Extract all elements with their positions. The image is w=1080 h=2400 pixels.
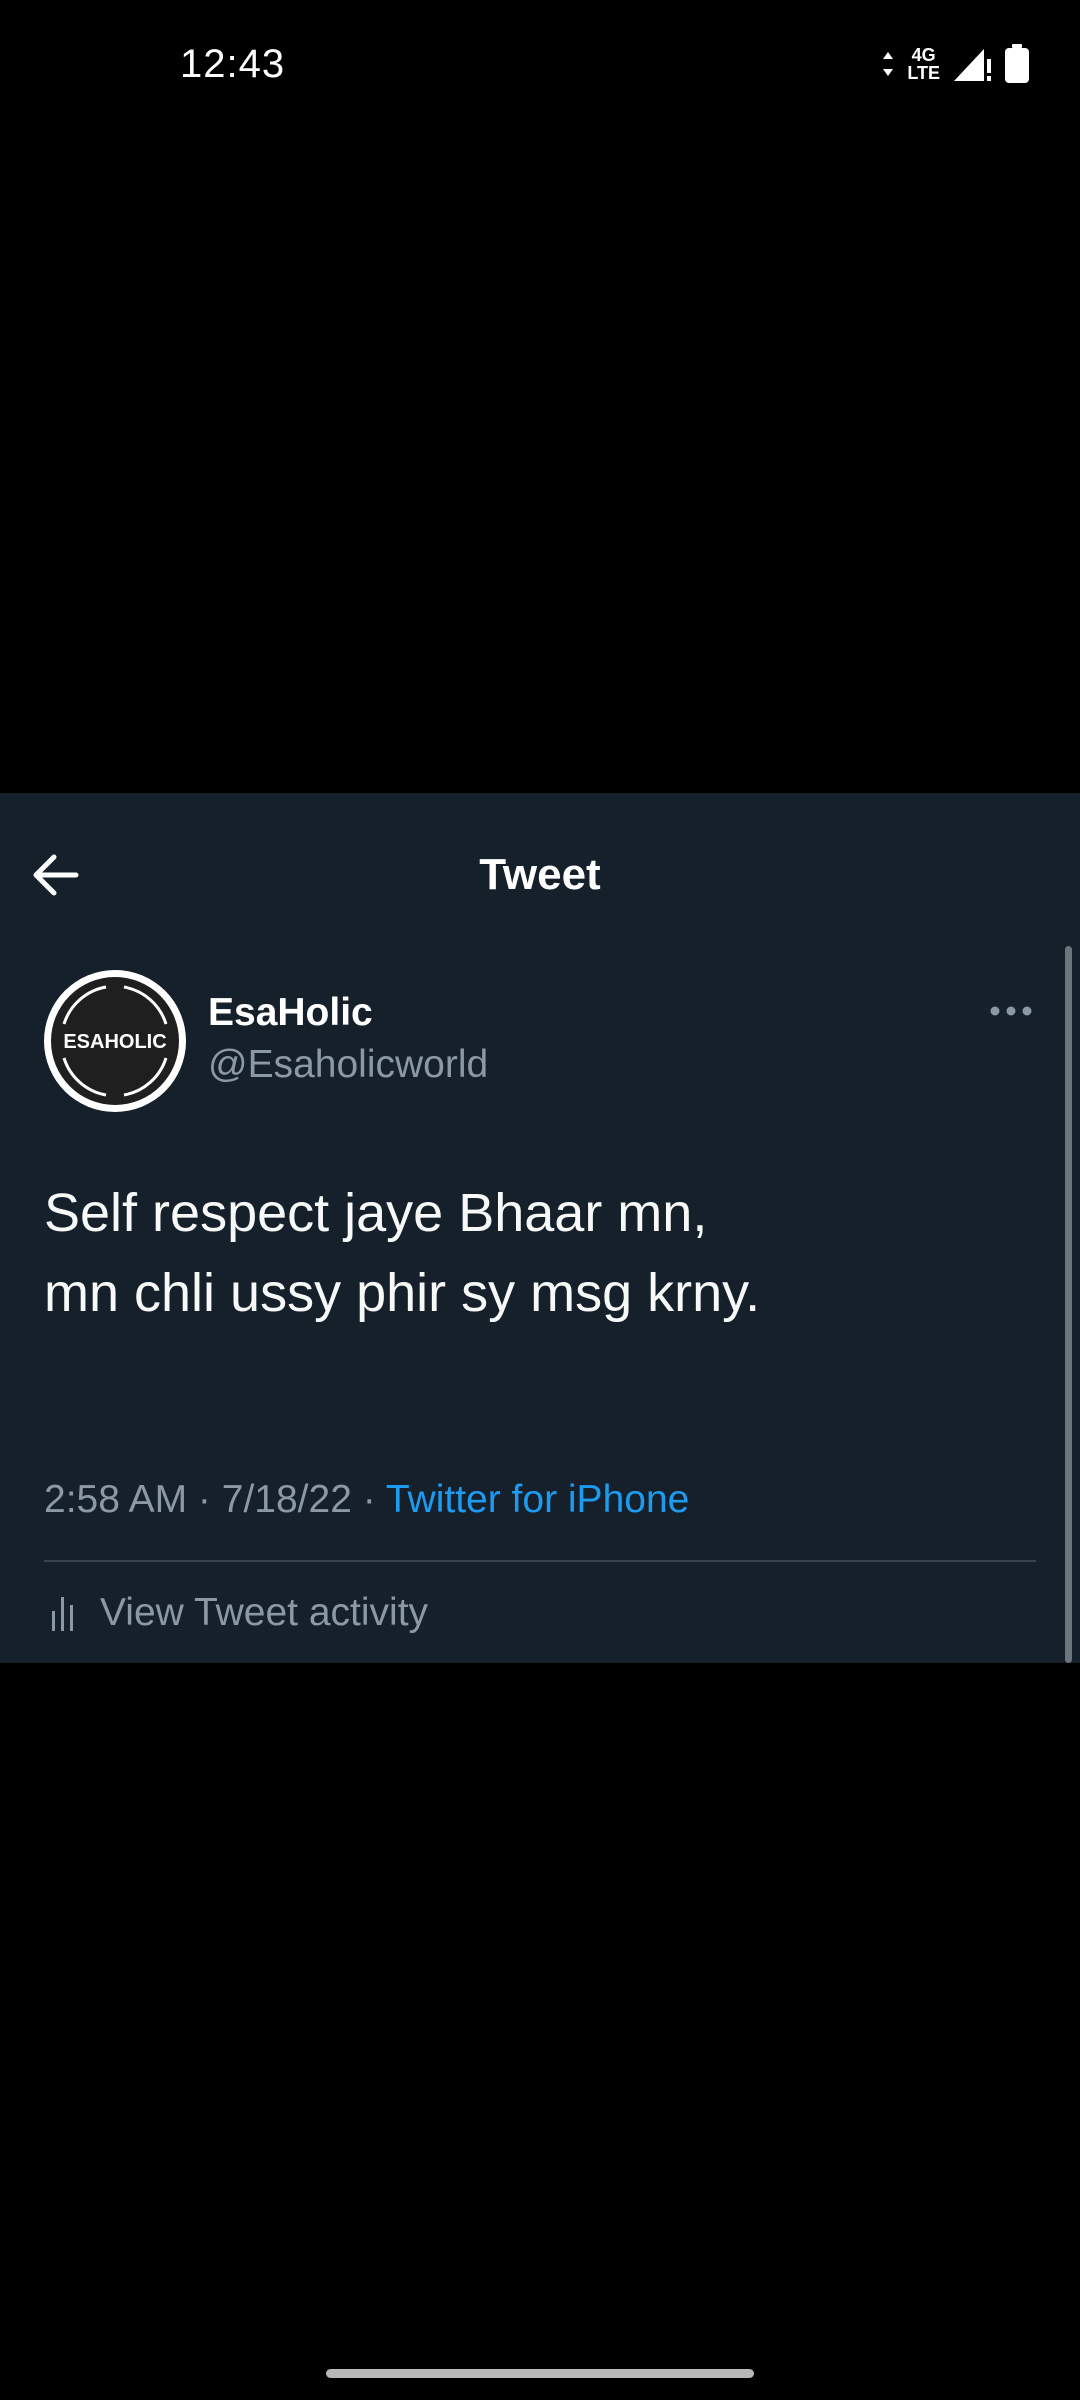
- avatar-text: ESAHOLIC: [63, 1031, 166, 1053]
- status-bar: 12:43 4G LTE: [0, 0, 1080, 140]
- tweet-meta: 2:58 AM · 7/18/22 · Twitter for iPhone: [44, 1478, 689, 1522]
- tweet-text-line: mn chli ussy phir sy msg krny.: [44, 1263, 761, 1323]
- network-type: 4G LTE: [907, 46, 940, 82]
- status-icons: 4G LTE: [881, 44, 1030, 84]
- tweet-source-link[interactable]: Twitter for iPhone: [386, 1478, 689, 1521]
- tweet-text: Self respect jaye Bhaar mn, mn chli ussy…: [44, 1173, 1024, 1333]
- status-time: 12:43: [180, 42, 286, 86]
- page-title: Tweet: [479, 850, 601, 899]
- header: Tweet: [0, 793, 1080, 953]
- view-tweet-activity-label: View Tweet activity: [100, 1591, 429, 1634]
- tweet-text-line: Self respect jaye Bhaar mn,: [44, 1183, 708, 1243]
- divider: [44, 1560, 1036, 1562]
- signal-icon: [954, 49, 991, 81]
- battery-icon: [1005, 44, 1029, 83]
- view-tweet-activity-button[interactable]: View Tweet activity: [44, 1591, 428, 1635]
- analytics-icon: [52, 1597, 73, 1631]
- gesture-home-bar[interactable]: [326, 2369, 754, 2378]
- network-lte: LTE: [907, 63, 940, 83]
- data-arrows-icon: [883, 52, 894, 76]
- user-handle[interactable]: @Esaholicworld: [208, 1043, 488, 1087]
- scrollbar[interactable]: [1065, 946, 1072, 1663]
- tweet-screen: Tweet ESAHOLIC EsaHolic @Esaholicworld S…: [0, 793, 1080, 1663]
- meta-separator: ·: [187, 1478, 222, 1521]
- user-display-name[interactable]: EsaHolic: [208, 991, 373, 1035]
- tweet-time: 2:58 AM: [44, 1478, 188, 1521]
- network-gen: 4G: [911, 45, 936, 65]
- avatar[interactable]: ESAHOLIC: [44, 970, 186, 1112]
- tweet-date: 7/18/22: [221, 1478, 352, 1521]
- meta-separator: ·: [351, 1478, 386, 1521]
- more-options-icon[interactable]: [990, 1005, 1032, 1017]
